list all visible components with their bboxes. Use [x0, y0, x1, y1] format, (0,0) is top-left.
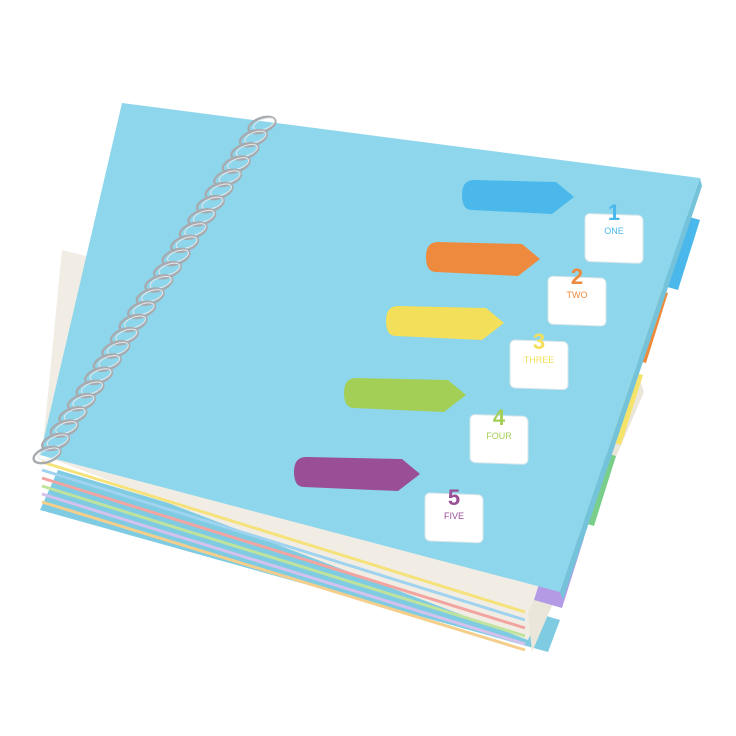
section-word-5: FIVE [444, 511, 464, 521]
notebook-photo: 1ONE 2TWO 3THREE 4FOUR 5FIVE [0, 0, 736, 736]
section-number-3: 3 [533, 329, 545, 354]
section-word-2: TWO [567, 290, 588, 300]
section-arrow-3 [386, 306, 504, 340]
section-arrow-2 [426, 242, 540, 276]
section-word-3: THREE [524, 355, 555, 365]
section-arrow-4 [344, 378, 466, 412]
section-arrow-1 [462, 180, 574, 214]
section-number-4: 4 [493, 405, 506, 430]
section-word-1: ONE [604, 226, 624, 236]
section-word-4: FOUR [486, 431, 512, 441]
section-number-5: 5 [448, 485, 460, 510]
section-number-2: 2 [571, 264, 583, 289]
section-arrow-5 [294, 457, 420, 491]
section-number-1: 1 [608, 200, 620, 225]
